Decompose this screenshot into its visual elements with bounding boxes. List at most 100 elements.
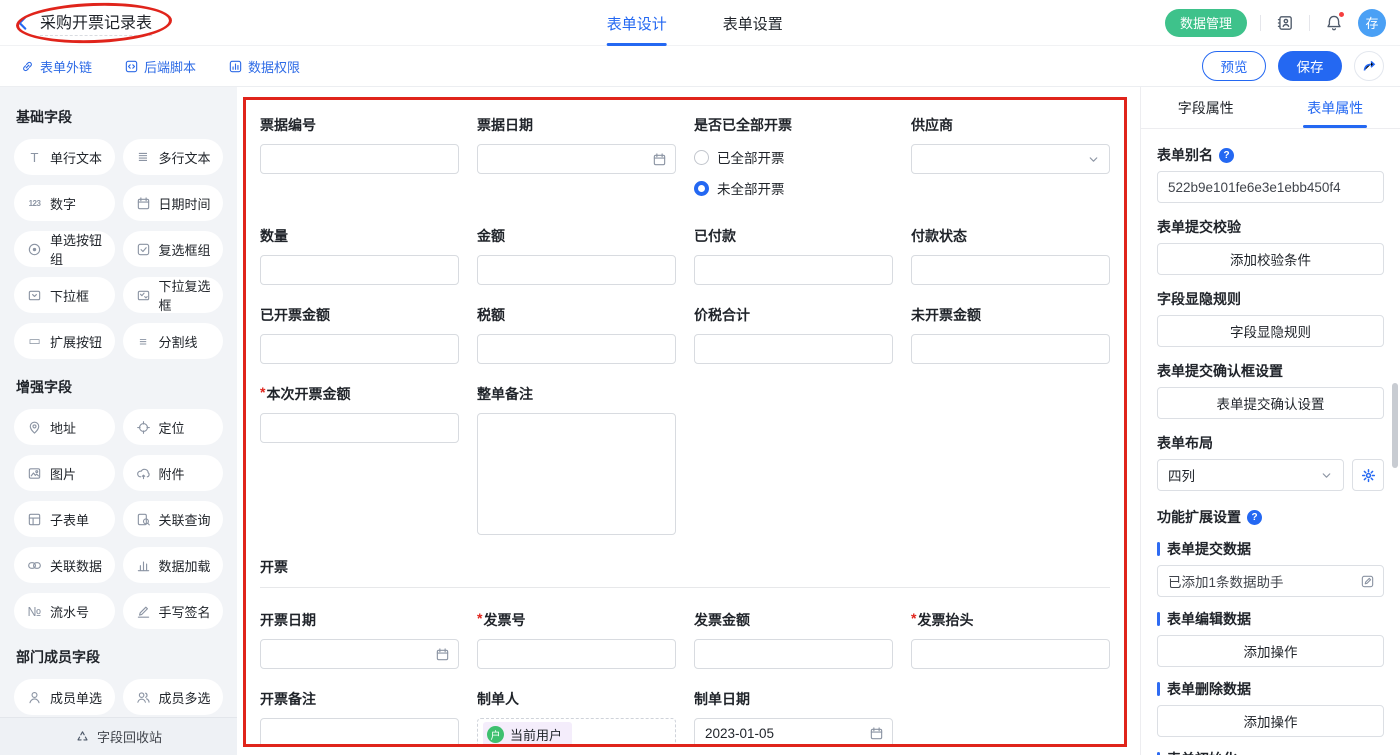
quantity-input[interactable] [260,255,459,285]
data-manage-button[interactable]: 数据管理 [1165,9,1247,37]
radio-option-all-invoiced[interactable]: 已全部开票 [694,147,893,167]
delete-data-add-button[interactable]: 添加操作 [1157,705,1384,737]
supplier-select[interactable] [911,144,1110,174]
field-radio-group[interactable]: 单选按钮组 [14,231,115,267]
bill-date-input[interactable] [477,144,676,174]
field-order-note[interactable]: 整单备注 [477,384,676,535]
field-invoice-title[interactable]: * 发票抬头 [911,610,1110,669]
backend-script-button[interactable]: 后端脚本 [124,57,196,76]
field-pay-status[interactable]: 付款状态 [911,226,1110,285]
invoiced-amount-input[interactable] [260,334,459,364]
help-icon[interactable]: ? [1219,148,1234,163]
invoice-note-input[interactable] [260,718,459,747]
current-user-tag[interactable]: 户 当前用户 [483,722,572,746]
form-alias-input[interactable]: 522b9e101fe6e3e1ebb450f4 [1157,171,1384,203]
field-create-date[interactable]: 制单日期 2023-01-05 [694,689,893,747]
save-button[interactable]: 保存 [1278,51,1342,81]
field-member-multi[interactable]: 成员多选 [123,679,224,715]
invoice-date-input[interactable] [260,639,459,669]
tax-input[interactable] [477,334,676,364]
section-divider-invoice[interactable]: 开票 [260,557,1110,588]
field-paid[interactable]: 已付款 [694,226,893,285]
submit-confirm-button[interactable]: 表单提交确认设置 [1157,387,1384,419]
contacts-book-icon[interactable] [1274,12,1296,34]
form-design-canvas[interactable]: 票据编号 票据日期 是否已全部开票 已全部开票 未全 [237,87,1140,755]
notification-badge [1338,11,1345,18]
pay-status-input[interactable] [911,255,1110,285]
layout-settings-button[interactable] [1352,459,1384,491]
required-mark: * [477,610,482,630]
submit-data-assistant[interactable]: 已添加1条数据助手 [1157,565,1384,597]
preview-button[interactable]: 预览 [1202,51,1266,81]
tab-form-properties[interactable]: 表单属性 [1271,87,1400,128]
field-multi-line-text[interactable]: ≣ 多行文本 [123,139,224,175]
uninvoiced-amount-input[interactable] [911,334,1110,364]
avatar[interactable]: 存 [1358,9,1386,37]
field-invoiced-amount[interactable]: 已开票金额 [260,305,459,364]
order-note-textarea[interactable] [477,413,676,535]
field-tax[interactable]: 税额 [477,305,676,364]
invoice-title-input[interactable] [911,639,1110,669]
field-invoice-date[interactable]: 开票日期 [260,610,459,669]
field-data-load[interactable]: 数据加载 [123,547,224,583]
invoice-no-input[interactable] [477,639,676,669]
create-date-input[interactable]: 2023-01-05 [694,718,893,747]
field-invoice-no[interactable]: * 发票号 [477,610,676,669]
radio-option-not-all-invoiced[interactable]: 未全部开票 [694,178,893,198]
field-bill-no[interactable]: 票据编号 [260,115,459,198]
field-amount[interactable]: 金额 [477,226,676,285]
field-fully-invoiced[interactable]: 是否已全部开票 已全部开票 未全部开票 [694,115,893,198]
field-dropdown-multi[interactable]: 下拉复选框 [123,277,224,313]
field-bill-date[interactable]: 票据日期 [477,115,676,198]
field-single-line-text[interactable]: T 单行文本 [14,139,115,175]
field-number[interactable]: 123 数字 [14,185,115,221]
data-permission-button[interactable]: 数据权限 [228,57,300,76]
field-recycle-bin[interactable]: 字段回收站 [0,717,237,755]
tab-form-design[interactable]: 表单设计 [607,0,667,46]
field-attachment[interactable]: 附件 [123,455,224,491]
current-invoice-amount-input[interactable] [260,413,459,443]
field-member-single[interactable]: 成员单选 [14,679,115,715]
bill-no-input[interactable] [260,144,459,174]
back-button[interactable] [14,14,32,32]
field-linked-data[interactable]: 关联数据 [14,547,115,583]
paid-input[interactable] [694,255,893,285]
field-quantity[interactable]: 数量 [260,226,459,285]
invoice-amount-input[interactable] [694,639,893,669]
field-extend-button[interactable]: ▭ 扩展按钮 [14,323,115,359]
field-linked-query[interactable]: 关联查询 [123,501,224,537]
field-datetime[interactable]: 日期时间 [123,185,224,221]
tab-form-settings[interactable]: 表单设置 [723,0,783,46]
field-dropdown[interactable]: 下拉框 [14,277,115,313]
field-divider[interactable]: ≡ 分割线 [123,323,224,359]
field-subform[interactable]: 子表单 [14,501,115,537]
field-address[interactable]: 地址 [14,409,115,445]
field-serial-number[interactable]: № 流水号 [14,593,115,629]
field-signature[interactable]: 手写签名 [123,593,224,629]
field-total-with-tax[interactable]: 价税合计 [694,305,893,364]
visibility-rules-button[interactable]: 字段显隐规则 [1157,315,1384,347]
field-supplier[interactable]: 供应商 [911,115,1110,198]
field-uninvoiced-amount[interactable]: 未开票金额 [911,305,1110,364]
edit-data-add-button[interactable]: 添加操作 [1157,635,1384,667]
help-icon[interactable]: ? [1247,510,1262,525]
form-title[interactable]: 采购开票记录表 [40,9,152,36]
field-location[interactable]: 定位 [123,409,224,445]
share-button[interactable] [1354,51,1384,81]
edit-icon[interactable] [1360,574,1375,589]
amount-input[interactable] [477,255,676,285]
field-current-invoice-amount[interactable]: * 本次开票金额 [260,384,459,535]
add-validation-button[interactable]: 添加校验条件 [1157,243,1384,275]
creator-input[interactable]: 户 当前用户 [477,718,676,747]
scrollbar-thumb[interactable] [1392,383,1398,468]
field-image[interactable]: 图片 [14,455,115,491]
field-creator[interactable]: 制单人 户 当前用户 [477,689,676,747]
field-invoice-amount[interactable]: 发票金额 [694,610,893,669]
tab-field-properties[interactable]: 字段属性 [1141,87,1271,128]
field-invoice-note[interactable]: 开票备注 [260,689,459,747]
total-with-tax-input[interactable] [694,334,893,364]
notification-bell-icon[interactable] [1323,12,1345,34]
layout-select[interactable]: 四列 [1157,459,1344,491]
external-link-button[interactable]: 表单外链 [20,57,92,76]
field-checkbox-group[interactable]: 复选框组 [123,231,224,267]
